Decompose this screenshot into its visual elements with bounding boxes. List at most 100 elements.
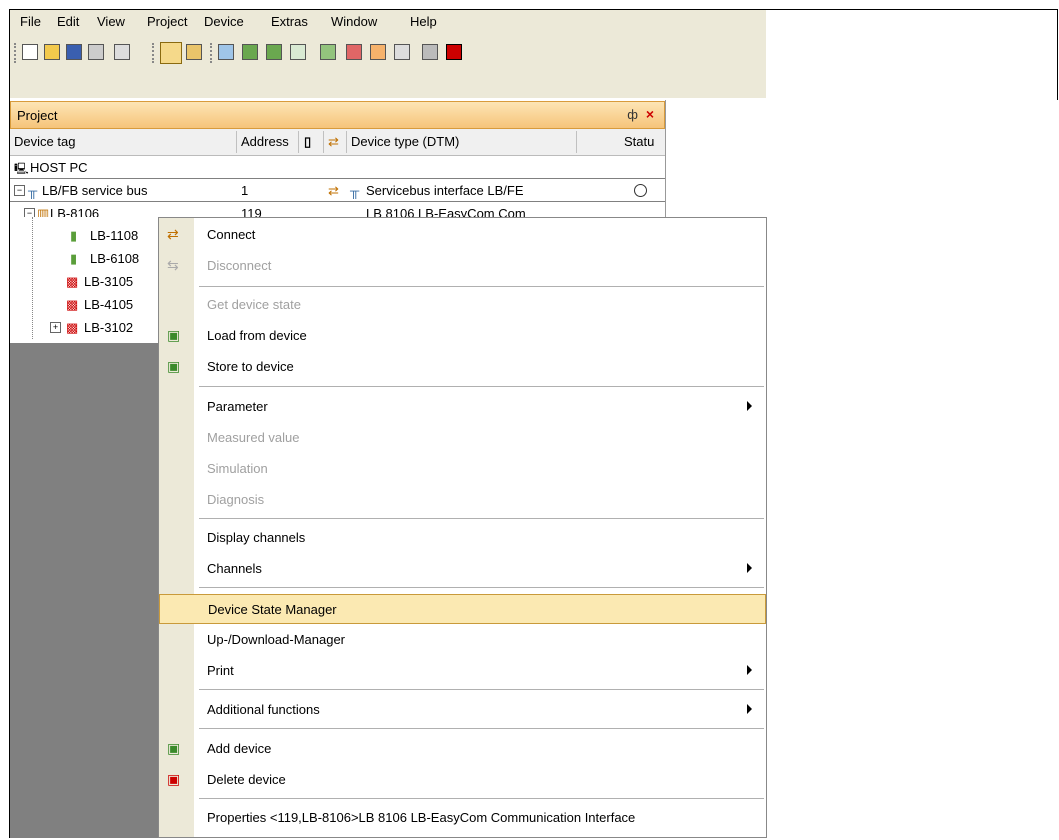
col-device-type[interactable]: Device type (DTM) (351, 134, 459, 149)
close-icon[interactable]: × (646, 106, 654, 122)
bus-type-icon: ╥ (350, 183, 360, 198)
delete-device-tb-icon[interactable] (346, 44, 362, 60)
menu-item-up-download-manager[interactable]: Up-/Download-Manager (159, 625, 766, 655)
menu-separator (199, 689, 764, 690)
store-device-icon[interactable] (266, 44, 282, 60)
menu-separator (199, 728, 764, 729)
menu-item-get-device-state[interactable]: Get device state (159, 290, 766, 320)
toolbar (10, 33, 766, 98)
grid-header: Device tag Address ▯ ⇄ Device type (DTM)… (10, 129, 665, 156)
menu-separator (199, 386, 764, 387)
catalog-icon[interactable] (186, 44, 202, 60)
submenu-arrow-icon (747, 665, 752, 675)
status-icon (634, 184, 647, 197)
row-host-tag: HOST PC (30, 160, 88, 175)
menu-project[interactable]: Project (147, 14, 187, 29)
stop-icon[interactable] (446, 44, 462, 60)
row-lb8106-tag: LB-8106 (50, 206, 100, 217)
list-item[interactable]: + ▩ LB-3102 (10, 316, 158, 338)
menu-separator (199, 587, 764, 588)
submenu-arrow-icon (747, 563, 752, 573)
menu-item-delete-device[interactable]: ▣ Delete device (159, 765, 766, 795)
store-to-device-icon: ▣ (167, 358, 181, 374)
menu-view[interactable]: View (97, 14, 125, 29)
col-status[interactable]: Statu (624, 134, 654, 149)
open-icon[interactable] (44, 44, 60, 60)
menu-item-diagnosis[interactable]: Diagnosis (159, 485, 766, 515)
channel-icon[interactable] (290, 44, 306, 60)
connect-col-icon[interactable]: ⇄ (328, 134, 339, 150)
menu-item-print[interactable]: Print (159, 656, 766, 686)
load-from-device-icon: ▣ (167, 327, 181, 343)
expand-icon[interactable]: + (50, 322, 61, 333)
save-icon[interactable] (66, 44, 82, 60)
pin-icon[interactable]: ф (627, 107, 638, 122)
add-device-icon: ▣ (167, 740, 181, 756)
col-device-tag[interactable]: Device tag (14, 134, 75, 149)
menu-separator (199, 798, 764, 799)
list-item[interactable]: ▩ LB-4105 (10, 293, 158, 315)
submenu-arrow-icon (747, 704, 752, 714)
row-lb8106-type: LB 8106 LB-EasyCom Com (366, 206, 526, 217)
menu-item-simulation[interactable]: Simulation (159, 454, 766, 484)
delete-device-icon: ▣ (167, 771, 181, 787)
menu-edit[interactable]: Edit (57, 14, 79, 29)
window-icon[interactable] (218, 44, 234, 60)
module-error-icon: ▩ (66, 274, 79, 289)
connect-icon: ⇄ (167, 226, 179, 242)
menu-file[interactable]: File (20, 14, 41, 29)
menu-item-load-from-device[interactable]: ▣ Load from device (159, 321, 766, 351)
module-error-icon: ▩ (66, 297, 79, 312)
module-error-icon: ▩ (66, 320, 79, 335)
toolbar-grip-2[interactable] (152, 43, 157, 63)
load-device-icon[interactable] (242, 44, 258, 60)
connect-state-icon: ⇄ (328, 183, 339, 198)
menu-item-store-to-device[interactable]: ▣ Store to device (159, 352, 766, 382)
menu-item-connect[interactable]: ⇄ Connect (159, 220, 766, 250)
pane-title: Project (17, 108, 58, 123)
col-address[interactable]: Address (241, 134, 289, 149)
add-device-tb-icon[interactable] (320, 44, 336, 60)
print-preview-icon[interactable] (114, 44, 130, 60)
menu-item-parameter[interactable]: Parameter (159, 392, 766, 422)
menu-item-display-channels[interactable]: Display channels (159, 523, 766, 553)
module-icon: ▮ (70, 251, 78, 266)
toolbar-grip-3[interactable] (210, 43, 215, 63)
collapse-icon[interactable]: − (14, 185, 25, 196)
list-item[interactable]: ▩ LB-3105 (10, 270, 158, 292)
bus-icon: ╥ (28, 183, 38, 198)
menu-help[interactable]: Help (410, 14, 437, 29)
module-icon: ▮ (70, 228, 78, 243)
menu-extras[interactable]: Extras (271, 14, 308, 29)
menu-device[interactable]: Device (204, 14, 244, 29)
table-row-host[interactable]: 🖳 HOST PC (10, 156, 665, 178)
new-icon[interactable] (22, 44, 38, 60)
disconnect-icon: ⇆ (167, 257, 179, 273)
table-row-bus[interactable]: − ╥ LB/FB service bus 1 ⇄ ╥ Servicebus i… (10, 179, 665, 201)
connection-col-icon[interactable]: ▯ (304, 134, 311, 150)
print-icon[interactable] (88, 44, 104, 60)
menu-item-properties[interactable]: Properties <119,LB-8106>LB 8106 LB-EasyC… (159, 803, 766, 833)
device-icon: ▥ (37, 206, 50, 217)
menu-separator (199, 518, 764, 519)
menu-window[interactable]: Window (331, 14, 377, 29)
menu-item-measured-value[interactable]: Measured value (159, 423, 766, 453)
list-item[interactable]: ▮ LB-6108 (10, 247, 158, 269)
table-row-lb8106[interactable]: − ▥ LB-8106 119 LB 8106 LB-EasyCom Com (10, 202, 665, 217)
menu-separator (199, 286, 764, 287)
collapse-icon[interactable]: − (24, 208, 35, 217)
connect-tb-icon[interactable] (370, 44, 386, 60)
toolbar-grip[interactable] (14, 43, 19, 63)
project-view-icon[interactable] (160, 42, 182, 64)
menu-item-device-state-manager[interactable]: Device State Manager (159, 594, 766, 624)
menu-item-channels[interactable]: Channels (159, 554, 766, 584)
menu-item-additional-functions[interactable]: Additional functions (159, 695, 766, 725)
menu-item-add-device[interactable]: ▣ Add device (159, 734, 766, 764)
context-menu: ⇄ Connect ⇆ Disconnect Get device state … (158, 217, 767, 838)
list-item[interactable]: ▮ LB-1108 (10, 224, 158, 246)
menu-item-disconnect[interactable]: ⇆ Disconnect (159, 251, 766, 281)
panel-icon[interactable] (422, 44, 438, 60)
row-bus-type: Servicebus interface LB/FE (366, 183, 524, 198)
disconnect-tb-icon[interactable] (394, 44, 410, 60)
computer-icon: 🖳 (14, 163, 29, 175)
